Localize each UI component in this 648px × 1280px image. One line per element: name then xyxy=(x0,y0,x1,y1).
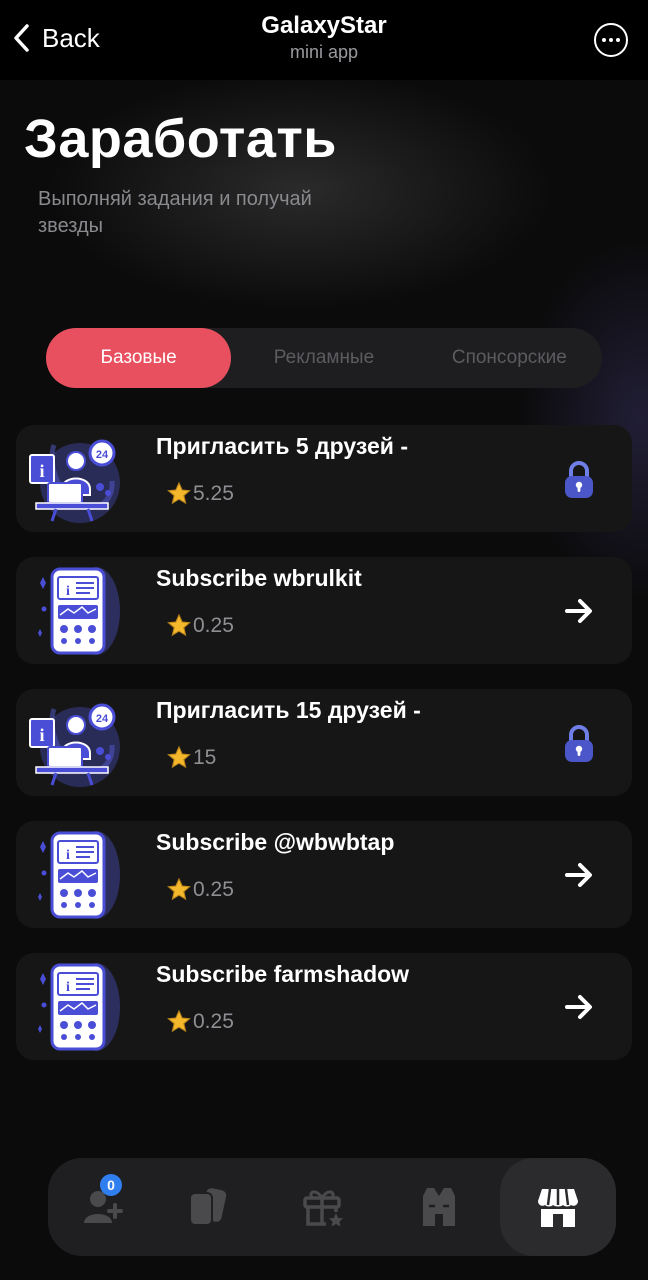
vest-icon xyxy=(423,1188,455,1226)
support-agent-illustration xyxy=(26,431,126,527)
star-icon xyxy=(166,613,192,639)
star-icon xyxy=(166,745,192,771)
page-subtitle: Выполняй задания и получай звезды xyxy=(38,188,312,237)
app-title: GalaxyStar xyxy=(261,12,387,39)
task-card-subscribe-wbrulkit[interactable]: Subscribe wbrulkit 0.25 xyxy=(16,557,632,664)
reward-amount: 0.25 xyxy=(193,878,234,901)
reward-amount: 0.25 xyxy=(193,614,234,637)
task-card-subscribe-wbwbtap[interactable]: Subscribe @wbwbtap 0.25 xyxy=(16,821,632,928)
category-tabs: Базовые Рекламные Спонсорские xyxy=(46,328,602,388)
app-title-block: GalaxyStar mini app xyxy=(0,12,648,63)
arrow-right-icon[interactable] xyxy=(560,853,598,897)
dot-icon xyxy=(602,38,606,42)
bottom-navigation: 0 xyxy=(48,1158,616,1256)
friends-badge: 0 xyxy=(100,1174,122,1196)
arrow-right-icon[interactable] xyxy=(560,985,598,1029)
nav-vest[interactable] xyxy=(384,1158,494,1256)
reward-amount: 5.25 xyxy=(193,482,234,505)
phone-app-illustration xyxy=(26,827,126,923)
task-card-invite-5[interactable]: Пригласить 5 друзей - 5.25 xyxy=(16,425,632,532)
more-options-button[interactable] xyxy=(594,23,628,57)
task-title: Subscribe @wbwbtap xyxy=(156,829,395,855)
nav-shop[interactable] xyxy=(500,1158,616,1256)
shop-icon xyxy=(538,1188,578,1227)
page-title: Заработать xyxy=(24,109,337,169)
task-reward: 15 xyxy=(166,745,216,771)
task-reward: 0.25 xyxy=(166,613,234,639)
task-card-subscribe-farmshadow[interactable]: Subscribe farmshadow 0.25 xyxy=(16,953,632,1060)
star-icon xyxy=(166,481,192,507)
lock-icon xyxy=(560,721,598,765)
nav-cards[interactable] xyxy=(152,1158,262,1256)
arrow-right-icon[interactable] xyxy=(560,589,598,633)
task-reward: 0.25 xyxy=(166,877,234,903)
top-bar: Back GalaxyStar mini app xyxy=(0,0,648,80)
nav-friends[interactable]: 0 xyxy=(48,1158,158,1256)
lock-icon xyxy=(560,457,598,501)
cards-icon xyxy=(189,1188,227,1226)
dot-icon xyxy=(616,38,620,42)
support-agent-illustration xyxy=(26,695,126,791)
star-icon xyxy=(166,877,192,903)
nav-gifts[interactable] xyxy=(268,1158,378,1256)
phone-app-illustration xyxy=(26,563,126,659)
task-title: Subscribe wbrulkit xyxy=(156,565,362,591)
gift-icon xyxy=(303,1190,343,1227)
tab-advertising[interactable]: Рекламные xyxy=(231,328,416,388)
task-card-invite-15[interactable]: Пригласить 15 друзей - 15 xyxy=(16,689,632,796)
task-title: Пригласить 5 друзей - xyxy=(156,433,408,459)
dot-icon xyxy=(609,38,613,42)
phone-app-illustration xyxy=(26,959,126,1055)
reward-amount: 15 xyxy=(193,746,217,769)
reward-amount: 0.25 xyxy=(193,1010,234,1033)
app-subtitle: mini app xyxy=(289,42,359,62)
tab-sponsor[interactable]: Спонсорские xyxy=(417,328,602,388)
task-title: Subscribe farmshadow xyxy=(156,961,410,987)
task-reward: 0.25 xyxy=(166,1009,234,1035)
tab-basic[interactable]: Базовые xyxy=(46,328,232,388)
task-reward: 5.25 xyxy=(166,481,234,507)
task-title: Пригласить 15 друзей - xyxy=(156,697,421,723)
star-icon xyxy=(166,1009,192,1035)
